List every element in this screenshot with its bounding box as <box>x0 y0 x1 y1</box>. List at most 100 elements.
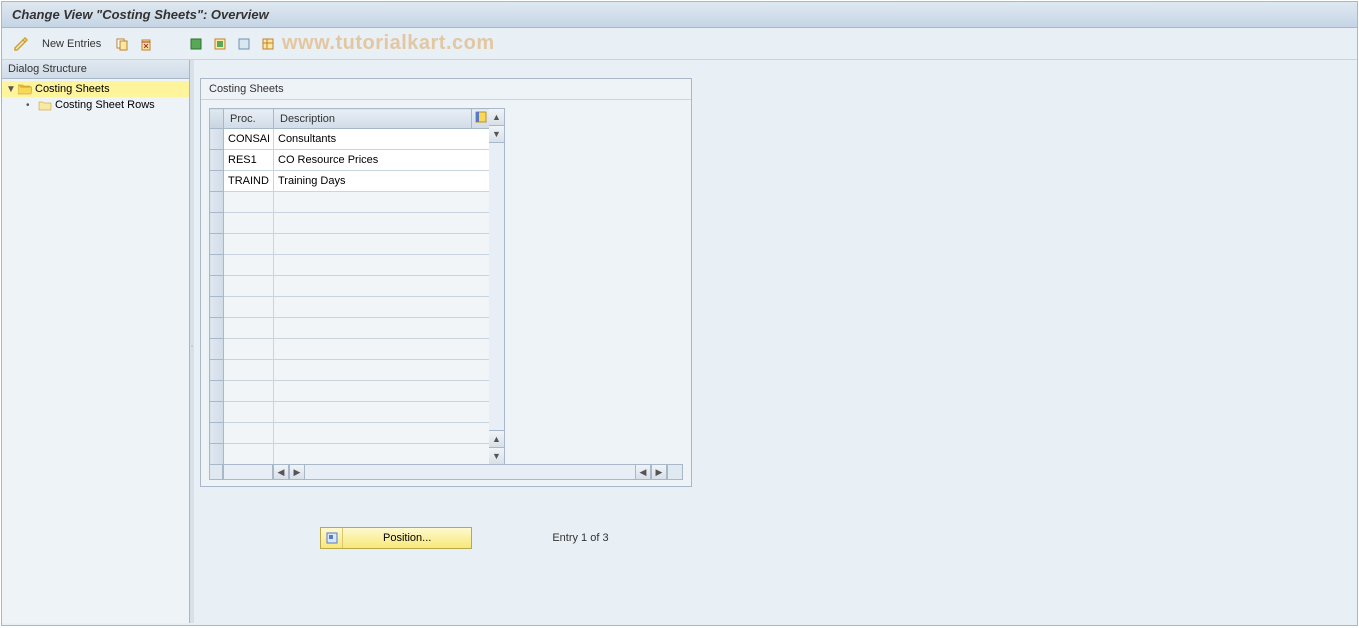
empty-cell[interactable] <box>224 234 274 255</box>
empty-cell[interactable] <box>274 213 490 234</box>
position-button[interactable]: Position... <box>320 527 472 549</box>
empty-cell[interactable] <box>224 339 274 360</box>
proc-input[interactable] <box>224 150 273 170</box>
empty-cell[interactable] <box>274 234 490 255</box>
empty-cell[interactable] <box>274 339 490 360</box>
empty-cell[interactable] <box>224 297 274 318</box>
grid-title: Costing Sheets <box>201 79 691 100</box>
empty-cell[interactable] <box>274 192 490 213</box>
row-selector[interactable] <box>210 381 224 402</box>
table-row-empty <box>210 339 490 360</box>
tree-item-label: Costing Sheets <box>35 83 110 95</box>
row-selector[interactable] <box>210 360 224 381</box>
main-panel: Costing Sheets Proc. Description <box>194 60 1357 623</box>
new-entries-button[interactable]: New Entries <box>36 36 107 52</box>
title-bar: Change View "Costing Sheets": Overview <box>2 2 1357 28</box>
table-row-empty <box>210 318 490 339</box>
tree-item-label: Costing Sheet Rows <box>55 99 155 111</box>
scroll-right-inner-button[interactable]: ▶ <box>289 464 305 480</box>
table-row <box>210 171 490 192</box>
empty-cell[interactable] <box>274 297 490 318</box>
scroll-down-button-2[interactable]: ▲ <box>489 430 504 447</box>
app-window: Change View "Costing Sheets": Overview N… <box>1 1 1358 626</box>
expand-icon[interactable]: ▼ <box>6 84 16 95</box>
row-selector[interactable] <box>210 423 224 444</box>
empty-cell[interactable] <box>274 381 490 402</box>
empty-cell[interactable] <box>224 360 274 381</box>
description-input[interactable] <box>274 171 489 191</box>
row-selector[interactable] <box>210 171 224 192</box>
table-row-empty <box>210 381 490 402</box>
table-row-empty <box>210 297 490 318</box>
bullet-icon: • <box>26 100 36 111</box>
table-row-empty <box>210 360 490 381</box>
copy-icon[interactable] <box>113 35 131 53</box>
table-row <box>210 129 490 150</box>
deselect-all-icon[interactable] <box>235 35 253 53</box>
scroll-up-button-2[interactable]: ▼ <box>489 126 504 143</box>
empty-cell[interactable] <box>274 255 490 276</box>
grid-footer: Position... Entry 1 of 3 <box>200 527 1351 549</box>
select-block-icon[interactable] <box>211 35 229 53</box>
empty-cell[interactable] <box>224 276 274 297</box>
scroll-down-button[interactable]: ▼ <box>489 447 504 464</box>
empty-cell[interactable] <box>274 318 490 339</box>
empty-cell[interactable] <box>224 318 274 339</box>
scroll-up-button[interactable]: ▲ <box>489 109 504 126</box>
row-selector[interactable] <box>210 339 224 360</box>
row-selector[interactable] <box>210 402 224 423</box>
row-selector[interactable] <box>210 150 224 171</box>
empty-cell[interactable] <box>274 423 490 444</box>
horizontal-scrollbar[interactable]: ◀ ▶ ◀ ▶ <box>209 464 683 480</box>
row-selector[interactable] <box>210 213 224 234</box>
row-selector[interactable] <box>210 255 224 276</box>
table-settings-icon[interactable] <box>259 35 277 53</box>
vertical-scrollbar[interactable]: ▲ ▼ ▲ ▼ <box>489 108 505 465</box>
watermark-text: www.tutorialkart.com <box>282 32 495 55</box>
empty-cell[interactable] <box>274 360 490 381</box>
table-row-empty <box>210 402 490 423</box>
page-title: Change View "Costing Sheets": Overview <box>12 7 269 22</box>
select-all-icon[interactable] <box>187 35 205 53</box>
column-header-proc[interactable]: Proc. <box>224 109 274 129</box>
scroll-right-button[interactable]: ▶ <box>651 464 667 480</box>
row-selector[interactable] <box>210 192 224 213</box>
row-selector[interactable] <box>210 444 224 465</box>
column-config-button[interactable] <box>472 109 490 129</box>
position-button-label: Position... <box>343 532 471 544</box>
proc-input[interactable] <box>224 171 273 191</box>
empty-cell[interactable] <box>274 402 490 423</box>
table-row-empty <box>210 423 490 444</box>
empty-cell[interactable] <box>224 381 274 402</box>
empty-cell[interactable] <box>224 402 274 423</box>
table-row-empty <box>210 234 490 255</box>
empty-cell[interactable] <box>274 276 490 297</box>
empty-cell[interactable] <box>224 423 274 444</box>
scroll-left-inner-button[interactable]: ◀ <box>635 464 651 480</box>
empty-cell[interactable] <box>224 255 274 276</box>
scroll-left-button[interactable]: ◀ <box>273 464 289 480</box>
tree-item-costing-sheets[interactable]: ▼ Costing Sheets <box>2 81 189 97</box>
row-selector[interactable] <box>210 318 224 339</box>
scroll-track[interactable] <box>489 143 504 430</box>
row-selector[interactable] <box>210 234 224 255</box>
empty-cell[interactable] <box>224 192 274 213</box>
row-selector[interactable] <box>210 276 224 297</box>
sidebar-header: Dialog Structure <box>2 60 189 79</box>
delete-icon[interactable] <box>137 35 155 53</box>
entry-count-text: Entry 1 of 3 <box>552 532 608 544</box>
proc-input[interactable] <box>224 129 273 149</box>
description-input[interactable] <box>274 129 489 149</box>
toggle-edit-icon[interactable] <box>12 35 30 53</box>
description-input[interactable] <box>274 150 489 170</box>
row-selector[interactable] <box>210 297 224 318</box>
costing-sheets-table: Proc. Description <box>209 108 490 465</box>
costing-sheets-grid-panel: Costing Sheets Proc. Description <box>200 78 692 487</box>
tree-item-costing-sheet-rows[interactable]: • Costing Sheet Rows <box>2 97 189 113</box>
empty-cell[interactable] <box>224 213 274 234</box>
select-all-corner[interactable] <box>210 109 224 129</box>
column-header-description[interactable]: Description <box>274 109 472 129</box>
row-selector[interactable] <box>210 129 224 150</box>
empty-cell[interactable] <box>224 444 274 465</box>
empty-cell[interactable] <box>274 444 490 465</box>
